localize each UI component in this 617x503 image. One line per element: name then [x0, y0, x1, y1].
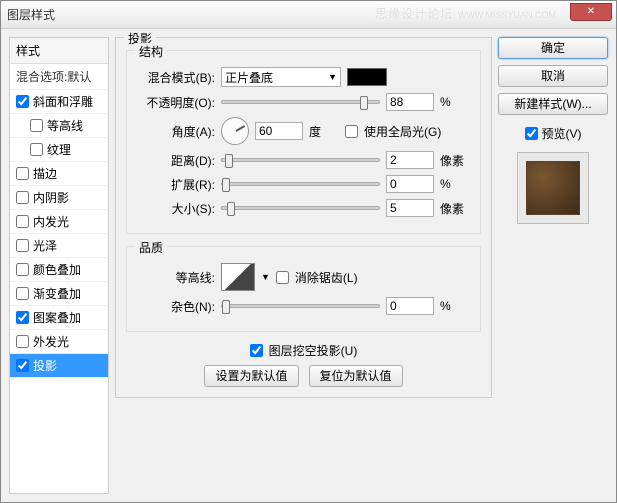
- quality-group: 品质 等高线: ▼ 消除锯齿(L) 杂色(N): %: [126, 246, 481, 332]
- spread-slider[interactable]: [221, 182, 380, 186]
- sidebar-checkbox[interactable]: [16, 239, 29, 252]
- titlebar: 图层样式 思缘设计论坛 WWW.MISSYUAN.COM ✕: [1, 1, 616, 29]
- antialias-checkbox[interactable]: [276, 271, 289, 284]
- sidebar-item-2[interactable]: 纹理: [10, 138, 108, 162]
- preview-box: [517, 152, 589, 224]
- sidebar-item-label: 渐变叠加: [33, 285, 81, 302]
- sidebar-checkbox[interactable]: [16, 287, 29, 300]
- sidebar-checkbox[interactable]: [16, 359, 29, 372]
- sidebar-item-9[interactable]: 图案叠加: [10, 306, 108, 330]
- blend-mode-label: 混合模式(B):: [137, 69, 215, 86]
- new-style-button[interactable]: 新建样式(W)...: [498, 93, 608, 115]
- close-button[interactable]: ✕: [570, 3, 612, 21]
- sidebar-item-6[interactable]: 光泽: [10, 234, 108, 258]
- sidebar-item-label: 图案叠加: [33, 309, 81, 326]
- sidebar-item-label: 纹理: [47, 141, 71, 158]
- spread-input[interactable]: [386, 175, 434, 193]
- sidebar-checkbox[interactable]: [16, 335, 29, 348]
- chevron-down-icon: ▼: [328, 72, 337, 82]
- watermark: 思缘设计论坛 WWW.MISSYUAN.COM: [375, 5, 556, 22]
- right-panel: 确定 取消 新建样式(W)... 预览(V): [498, 37, 608, 494]
- chevron-down-icon[interactable]: ▼: [261, 272, 270, 282]
- reset-default-button[interactable]: 复位为默认值: [309, 365, 403, 387]
- sidebar-item-label: 描边: [33, 165, 57, 182]
- sidebar-item-5[interactable]: 内发光: [10, 210, 108, 234]
- contour-picker[interactable]: [221, 263, 255, 291]
- structure-group: 结构 混合模式(B): 正片叠底 ▼ 不透明度(O): %: [126, 50, 481, 234]
- sidebar-item-10[interactable]: 外发光: [10, 330, 108, 354]
- sidebar-item-label: 斜面和浮雕: [33, 93, 93, 110]
- knockout-checkbox[interactable]: [250, 344, 263, 357]
- drop-shadow-panel: 投影 结构 混合模式(B): 正片叠底 ▼ 不透明度(O):: [115, 37, 492, 398]
- sidebar-checkbox[interactable]: [30, 143, 43, 156]
- distance-slider[interactable]: [221, 158, 380, 162]
- preview-swatch: [526, 161, 580, 215]
- sidebar-checkbox[interactable]: [16, 191, 29, 204]
- noise-slider[interactable]: [221, 304, 380, 308]
- sidebar-checkbox[interactable]: [16, 215, 29, 228]
- styles-sidebar: 样式 混合选项:默认 斜面和浮雕等高线纹理描边内阴影内发光光泽颜色叠加渐变叠加图…: [9, 37, 109, 494]
- sidebar-checkbox[interactable]: [16, 311, 29, 324]
- sidebar-blend-default[interactable]: 混合选项:默认: [10, 64, 108, 90]
- sidebar-item-1[interactable]: 等高线: [10, 114, 108, 138]
- noise-input[interactable]: [386, 297, 434, 315]
- ok-button[interactable]: 确定: [498, 37, 608, 59]
- window-title: 图层样式: [7, 6, 55, 23]
- global-light-checkbox[interactable]: [345, 125, 358, 138]
- distance-input[interactable]: [386, 151, 434, 169]
- cancel-button[interactable]: 取消: [498, 65, 608, 87]
- make-default-button[interactable]: 设置为默认值: [204, 365, 298, 387]
- opacity-slider[interactable]: [221, 100, 380, 104]
- preview-checkbox[interactable]: [525, 127, 538, 140]
- opacity-input[interactable]: [386, 93, 434, 111]
- size-slider[interactable]: [221, 206, 380, 210]
- sidebar-item-label: 外发光: [33, 333, 69, 350]
- size-input[interactable]: [386, 199, 434, 217]
- sidebar-item-0[interactable]: 斜面和浮雕: [10, 90, 108, 114]
- sidebar-item-label: 等高线: [47, 117, 83, 134]
- sidebar-checkbox[interactable]: [16, 263, 29, 276]
- blend-mode-combo[interactable]: 正片叠底 ▼: [221, 67, 341, 87]
- shadow-color-swatch[interactable]: [347, 68, 387, 86]
- sidebar-checkbox[interactable]: [16, 167, 29, 180]
- layer-style-dialog: 图层样式 思缘设计论坛 WWW.MISSYUAN.COM ✕ 样式 混合选项:默…: [0, 0, 617, 503]
- sidebar-item-4[interactable]: 内阴影: [10, 186, 108, 210]
- sidebar-item-label: 内阴影: [33, 189, 69, 206]
- sidebar-checkbox[interactable]: [30, 119, 43, 132]
- sidebar-item-8[interactable]: 渐变叠加: [10, 282, 108, 306]
- angle-input[interactable]: [255, 122, 303, 140]
- sidebar-header: 样式: [10, 38, 108, 64]
- angle-dial[interactable]: [221, 117, 249, 145]
- sidebar-item-3[interactable]: 描边: [10, 162, 108, 186]
- sidebar-item-label: 光泽: [33, 237, 57, 254]
- sidebar-checkbox[interactable]: [16, 95, 29, 108]
- sidebar-item-label: 颜色叠加: [33, 261, 81, 278]
- sidebar-item-7[interactable]: 颜色叠加: [10, 258, 108, 282]
- sidebar-item-label: 投影: [33, 357, 57, 374]
- sidebar-item-label: 内发光: [33, 213, 69, 230]
- sidebar-item-11[interactable]: 投影: [10, 354, 108, 378]
